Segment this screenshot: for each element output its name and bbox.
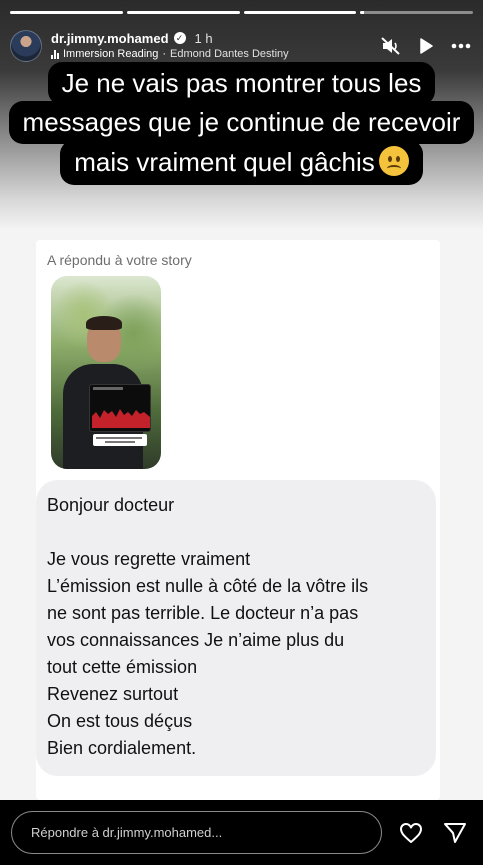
- header-text: dr.jimmy.mohamed ✓ 1 h Immersion Reading…: [51, 31, 373, 62]
- message-bubble: Bonjour docteur Je vous regrette vraimen…: [36, 480, 436, 776]
- heart-icon[interactable]: [399, 822, 423, 844]
- story-canvas[interactable]: dr.jimmy.mohamed ✓ 1 h Immersion Reading…: [0, 0, 483, 800]
- message-line: Je vous regrette vraiment: [47, 549, 251, 569]
- caption-line: messages que je continue de recevoir: [8, 101, 475, 145]
- send-icon[interactable]: [443, 822, 467, 844]
- verified-badge-icon: ✓: [173, 32, 186, 45]
- music-info[interactable]: Immersion Reading · Edmond Dantes Destin…: [51, 48, 373, 61]
- username[interactable]: dr.jimmy.mohamed: [51, 31, 169, 47]
- reply-bar: Répondre à dr.jimmy.mohamed...: [0, 800, 483, 865]
- message-line: Revenez surtout: [47, 684, 179, 704]
- message-line: On est tous déçus: [47, 711, 193, 731]
- story-reply-label: A répondu à votre story: [47, 252, 192, 268]
- message-line: L’émission est nulle à côté de la vôtre …: [47, 576, 369, 596]
- reply-actions: [399, 822, 467, 844]
- music-separator: ·: [162, 48, 167, 61]
- progress-fill: [10, 11, 123, 14]
- caption-line-with-emoji: mais vraiment quel gâchis: [60, 140, 423, 185]
- slightly-frowning-face-emoji-icon: [378, 146, 409, 177]
- caption-line-text: mais vraiment quel gâchis: [74, 147, 375, 178]
- music-title: Immersion Reading: [63, 48, 159, 61]
- reply-placeholder: Répondre à dr.jimmy.mohamed...: [31, 825, 223, 840]
- message-greeting: Bonjour docteur: [47, 495, 175, 515]
- music-artist: Edmond Dantes Destiny: [170, 48, 289, 61]
- thumbnail-chart-graphic: [89, 384, 151, 432]
- progress-segment: [360, 11, 473, 14]
- progress-fill: [243, 11, 357, 14]
- story-caption: Je ne vais pas montrer tous les messages…: [0, 62, 483, 185]
- header-top-row: dr.jimmy.mohamed ✓ 1 h: [51, 31, 373, 47]
- message-line: tout cette émission: [47, 657, 198, 677]
- more-icon[interactable]: [451, 43, 471, 49]
- progress-segment: [243, 11, 357, 14]
- message-line: vos connaissances Je n’aime plus du: [47, 630, 345, 650]
- avatar[interactable]: [10, 30, 42, 62]
- message-line: ne sont pas terrible. Le docteur n’a pas: [47, 603, 359, 623]
- play-icon[interactable]: [419, 38, 433, 54]
- dm-screenshot-card: A répondu à votre story Bonjour docteur: [36, 240, 440, 800]
- reply-input[interactable]: Répondre à dr.jimmy.mohamed...: [11, 811, 382, 854]
- story-header: dr.jimmy.mohamed ✓ 1 h Immersion Reading…: [10, 26, 471, 66]
- muted-speaker-icon[interactable]: [381, 37, 401, 55]
- message-line: Bien cordialement.: [47, 738, 197, 758]
- caption-line: Je ne vais pas montrer tous les: [47, 62, 436, 106]
- progress-segment: [10, 11, 123, 14]
- story-thumbnail-image: [51, 276, 161, 469]
- progress-fill: [126, 11, 240, 14]
- story-progress: [10, 11, 473, 14]
- progress-segment: [126, 11, 240, 14]
- progress-fill: [360, 11, 364, 14]
- header-actions: [381, 37, 471, 55]
- music-bars-icon: [51, 50, 59, 60]
- post-time: 1 h: [194, 30, 213, 46]
- thumbnail-caption-graphic: [93, 434, 147, 446]
